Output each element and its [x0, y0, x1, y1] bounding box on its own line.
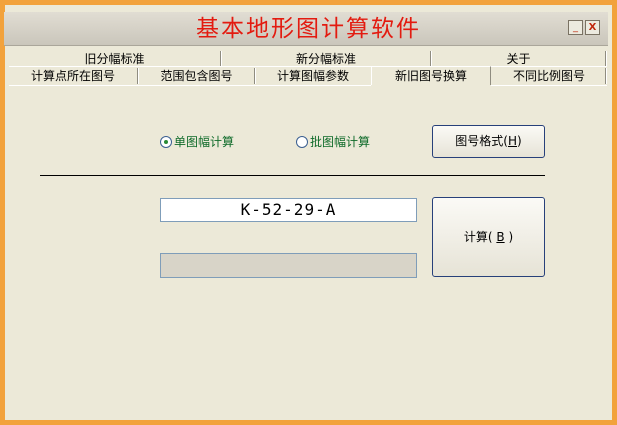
window-title: 基本地形图计算软件: [196, 16, 421, 42]
single-sheet-radio[interactable]: 单图幅计算: [160, 134, 234, 150]
calculate-button[interactable]: 计算( B ): [432, 197, 545, 277]
section-divider: [40, 175, 545, 176]
close-icon: X: [588, 22, 597, 33]
tab-label: 关于: [506, 52, 531, 66]
tab-about[interactable]: 关于: [432, 51, 605, 67]
minimize-icon: _: [573, 22, 578, 33]
tab-sheet-parameters[interactable]: 计算图幅参数: [256, 68, 370, 84]
sheet-number-input[interactable]: K-52-29-A: [160, 198, 417, 222]
panel-border: [9, 85, 371, 86]
batch-sheet-label: 批图幅计算: [310, 135, 371, 149]
single-sheet-label: 单图幅计算: [174, 135, 235, 149]
minimize-button[interactable]: _: [568, 20, 583, 35]
converted-sheet-output: [160, 253, 417, 278]
calculate-button-label: 计算: [463, 230, 488, 244]
panel-border: [491, 85, 607, 86]
tab-old-sheet-standard[interactable]: 旧分幅标准: [9, 51, 220, 67]
tab-label: 旧分幅标准: [84, 52, 145, 66]
tab-label: 计算图幅参数: [276, 69, 349, 83]
batch-sheet-radio[interactable]: 批图幅计算: [296, 134, 370, 150]
format-hotkey: H: [507, 134, 518, 148]
tab-old-new-conversion[interactable]: 新旧图号换算: [372, 68, 490, 84]
close-button[interactable]: X: [585, 20, 600, 35]
tab-label: 新分幅标准: [295, 52, 356, 66]
radio-unchecked-icon[interactable]: [296, 136, 308, 148]
tab-new-sheet-standard[interactable]: 新分幅标准: [222, 51, 430, 67]
tab-row-divider: [9, 66, 607, 67]
tab-point-sheet-number[interactable]: 计算点所在图号: [9, 68, 137, 84]
calculate-hotkey: B: [496, 230, 505, 244]
tab-range-sheets[interactable]: 范围包含图号: [139, 68, 254, 84]
tab-scale-sheet-number[interactable]: 不同比例图号: [493, 68, 605, 84]
tab-label: 范围包含图号: [160, 69, 233, 83]
format-button-label: 图号格式: [455, 134, 504, 148]
tab-separator: [605, 68, 607, 84]
radio-checked-icon[interactable]: [160, 136, 172, 148]
app-window: 基本地形图计算软件 _ X 旧分幅标准 新分幅标准 关于 计算点所在图号 范围包…: [0, 0, 617, 425]
tab-label: 计算点所在图号: [30, 69, 115, 83]
tab-label: 不同比例图号: [512, 69, 585, 83]
sheet-format-button[interactable]: 图号格式(H): [432, 125, 545, 158]
tab-separator: [605, 51, 607, 67]
tab-label: 新旧图号换算: [394, 69, 467, 83]
